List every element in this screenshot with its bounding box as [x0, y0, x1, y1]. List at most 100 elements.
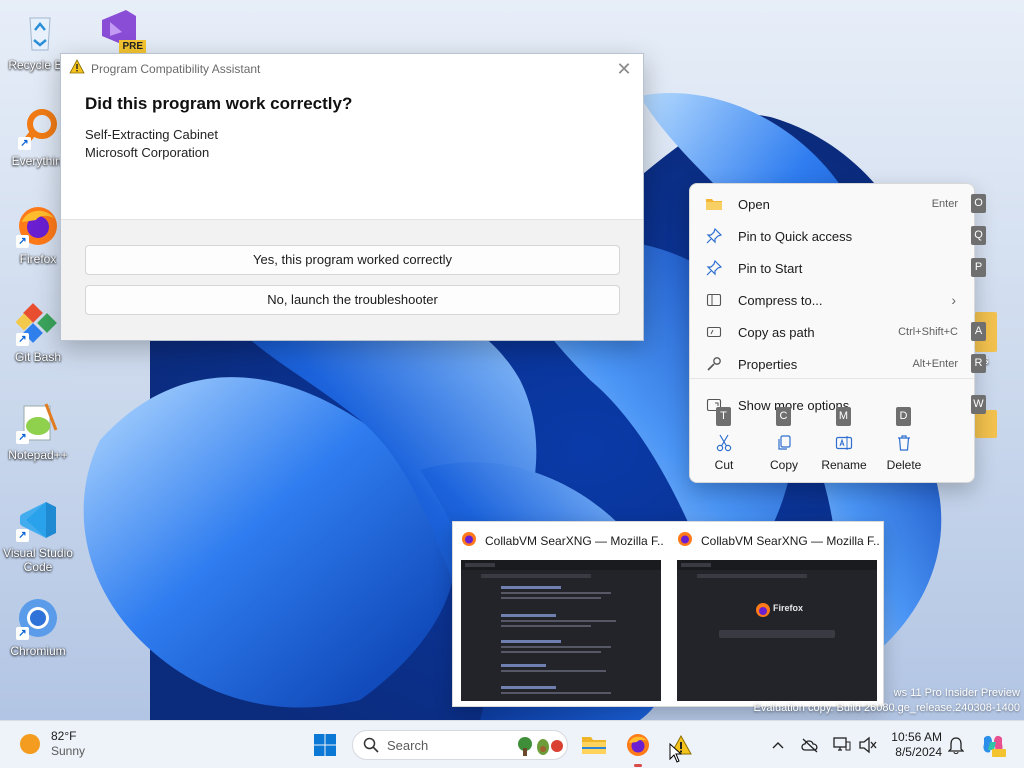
action-delete[interactable]: Delete: [874, 432, 934, 472]
menu-item-copy-as-path[interactable]: Copy as path Ctrl+Shift+C: [696, 317, 970, 347]
taskbar-search-box[interactable]: Search: [352, 730, 568, 760]
vscode-icon: ↗: [16, 498, 60, 542]
visual-studio-preview-icon: PRE: [96, 6, 146, 54]
desktop-icon-partial-2[interactable]: [975, 410, 997, 438]
weather-widget[interactable]: 82°F Sunny: [20, 729, 85, 759]
weather-description: Sunny: [51, 744, 86, 758]
warning-icon: [69, 59, 85, 79]
weather-temperature: 82°F: [51, 729, 77, 743]
firefox-icon: [461, 531, 477, 552]
menu-item-label: Show more options: [738, 397, 850, 413]
keytip-properties: R: [971, 354, 986, 373]
tray-volume[interactable]: [858, 735, 878, 755]
copilot-preview-icon: [983, 735, 1006, 757]
taskbar-thumbnail-preview: CollabVM SearXNG — Mozilla F... CollabVM…: [452, 521, 884, 707]
menu-item-show-more-options[interactable]: Show more options: [696, 390, 970, 420]
scissors-icon: [694, 432, 754, 454]
file-explorer-icon: [582, 737, 606, 754]
keytip-open: O: [971, 194, 986, 213]
chevron-up-icon: [772, 742, 784, 749]
shortcut-arrow-icon: ↗: [16, 333, 29, 346]
menu-item-label: Pin to Quick access: [738, 228, 853, 244]
bell-icon: [948, 737, 964, 754]
tray-network[interactable]: [832, 735, 852, 755]
sun-icon: [20, 734, 40, 754]
launch-troubleshooter-button[interactable]: No, launch the troubleshooter: [85, 285, 620, 315]
network-icon: [833, 737, 851, 751]
dialog-title: Program Compatibility Assistant: [91, 62, 261, 76]
system-clock[interactable]: 10:56 AM 8/5/2024: [886, 730, 942, 760]
taskbar-file-explorer[interactable]: [578, 729, 610, 761]
thumbnail-title: CollabVM SearXNG — Mozilla F...: [701, 534, 879, 548]
firefox-icon: ↗: [16, 204, 60, 248]
copy-path-icon: [704, 322, 724, 342]
action-label: Delete: [886, 458, 922, 472]
git-bash-icon: ↗: [15, 302, 60, 346]
dialog-actions: Yes, this program worked correctly No, l…: [61, 219, 643, 340]
wrench-icon: [704, 354, 724, 374]
keytip-rename: M: [836, 407, 851, 426]
dialog-heading: Did this program work correctly?: [85, 94, 353, 113]
pin-icon: [704, 258, 724, 278]
notifications-button[interactable]: [946, 735, 966, 755]
show-hidden-icons-button[interactable]: [768, 735, 788, 755]
action-cut[interactable]: Cut: [694, 432, 754, 472]
trash-icon: [874, 432, 934, 454]
desktop-icon-chromium[interactable]: ↗ Chromium: [0, 596, 76, 658]
taskbar: 82°F Sunny Search 10:56 AM 8/5/2024: [0, 720, 1024, 768]
thumbnail-window-2[interactable]: CollabVM SearXNG — Mozilla F... Firefox: [669, 522, 885, 708]
program-publisher: Microsoft Corporation: [85, 145, 210, 160]
thumbnail-image: [461, 560, 661, 701]
desktop-icon-label: Visual Studio Code: [3, 546, 73, 574]
mouse-cursor-icon: [669, 743, 683, 763]
context-menu: Open Enter Pin to Quick access Pin to St…: [689, 183, 975, 483]
action-rename[interactable]: Rename: [814, 432, 874, 472]
tray-onedrive[interactable]: [800, 735, 820, 755]
close-button[interactable]: ✕: [613, 58, 635, 80]
firefox-brand-text: Firefox: [773, 603, 804, 613]
start-button[interactable]: [309, 729, 341, 761]
windows-logo-icon: [314, 734, 336, 756]
thumbnail-window-1[interactable]: CollabVM SearXNG — Mozilla F...: [453, 522, 669, 708]
copilot-button[interactable]: [980, 732, 1006, 758]
running-indicator: [634, 764, 642, 767]
thumbnail-image: Firefox: [677, 560, 877, 701]
clock-date: 8/5/2024: [895, 745, 942, 759]
desktop-icon-visual-studio-preview[interactable]: PRE: [80, 6, 156, 54]
action-label: Cut: [714, 458, 734, 472]
shortcut-arrow-icon: ↗: [16, 235, 29, 248]
menu-item-open[interactable]: Open Enter: [696, 189, 970, 219]
desktop-icon-label: Git Bash: [14, 350, 62, 364]
menu-item-properties[interactable]: Properties Alt+Enter: [696, 349, 970, 379]
desktop-icon-notepad-plus-plus[interactable]: ↗ Notepad++: [0, 400, 76, 462]
action-copy[interactable]: Copy: [754, 432, 814, 472]
watermark-build: Evaluation copy. Build 26080.ge_release.…: [753, 702, 1020, 714]
search-highlight-icon: [518, 737, 563, 756]
keytip-quick-access: Q: [971, 226, 986, 245]
keytip-pin-start: P: [971, 258, 986, 277]
shortcut-arrow-icon: ↗: [16, 431, 29, 444]
search-icon: [363, 737, 379, 753]
search-placeholder: Search: [387, 737, 429, 753]
taskbar-firefox[interactable]: [622, 729, 654, 761]
keytip-copy-path: A: [971, 322, 986, 341]
menu-separator: [690, 378, 974, 379]
shortcut-arrow-icon: ↗: [16, 529, 29, 542]
notepad-plus-plus-icon: ↗: [16, 400, 60, 444]
dialog-titlebar: Program Compatibility Assistant: [61, 54, 643, 84]
menu-item-compress-to[interactable]: Compress to... ›: [696, 285, 970, 315]
desktop-icon-vscode[interactable]: ↗ Visual Studio Code: [0, 498, 76, 574]
action-label: Rename: [821, 458, 867, 472]
watermark-edition: ws 11 Pro Insider Preview: [893, 687, 1020, 699]
worked-correctly-button[interactable]: Yes, this program worked correctly: [85, 245, 620, 275]
menu-item-label: Compress to...: [738, 292, 823, 308]
thumbnail-title: CollabVM SearXNG — Mozilla F...: [485, 534, 663, 548]
evaluation-watermark: ws 11 Pro Insider Preview Evaluation cop…: [754, 686, 1020, 716]
chromium-icon: ↗: [16, 596, 60, 640]
menu-item-shortcut: Enter: [931, 198, 958, 210]
program-name: Self-Extracting Cabinet: [85, 127, 218, 142]
menu-item-pin-to-start[interactable]: Pin to Start: [696, 253, 970, 283]
desktop-icon-label: Notepad++: [8, 448, 68, 462]
menu-item-pin-quick-access[interactable]: Pin to Quick access: [696, 221, 970, 251]
folder-open-icon: [704, 194, 724, 214]
